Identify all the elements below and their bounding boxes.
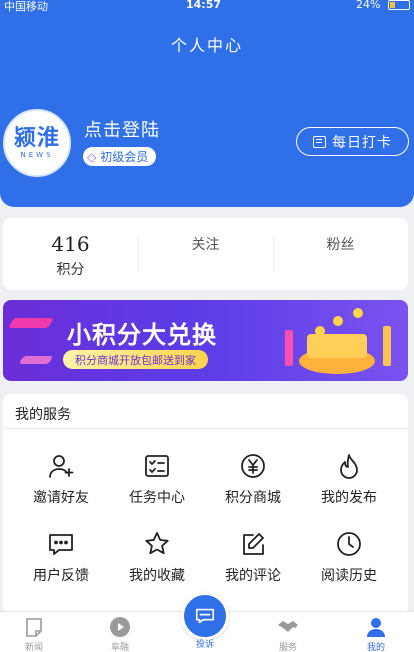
tab-label: 阜融	[110, 643, 129, 652]
service-favorites[interactable]: 我的收藏	[109, 530, 205, 585]
add-user-icon	[47, 452, 75, 480]
yen-icon	[239, 452, 267, 480]
stat-following[interactable]: 关注	[138, 218, 273, 290]
fans-label: 粉丝	[326, 237, 355, 253]
tab-news[interactable]: 新闻	[4, 616, 64, 652]
handshake-icon	[277, 616, 299, 638]
member-badge: ◇ 初级会员	[83, 147, 157, 166]
service-points-mall[interactable]: 积分商城	[205, 452, 301, 507]
page-title: 个人中心	[170, 36, 243, 55]
checkin-label: 每日打卡	[332, 134, 392, 151]
service-label: 邀请好友	[33, 490, 89, 506]
banner-decoration	[285, 330, 293, 366]
tab-label: 我的	[366, 643, 385, 652]
tab-furong[interactable]: 阜融	[90, 616, 150, 652]
play-icon	[109, 616, 131, 638]
star-icon	[143, 530, 171, 558]
battery-label: 24%	[356, 0, 381, 11]
logo-subtext: NEWS	[20, 151, 54, 159]
services-title: 我的服务	[15, 407, 71, 423]
tab-service[interactable]: 服务	[258, 616, 318, 652]
banner-decoration	[18, 356, 54, 364]
banner-illustration	[307, 334, 367, 358]
coin-icon	[333, 316, 343, 326]
divider	[3, 428, 408, 429]
status-bar: 中国移动 14:57 24%	[0, 0, 414, 13]
service-my-posts[interactable]: 我的发布	[301, 452, 397, 507]
user-icon	[365, 616, 387, 638]
time-label: 14:57	[186, 0, 222, 11]
banner-subtitle: 积分商城开放包邮送到家	[63, 350, 208, 369]
tab-complaint[interactable]	[181, 592, 229, 640]
points-exchange-banner[interactable]: 小积分大兑换 积分商城开放包邮送到家	[3, 300, 408, 381]
service-label: 任务中心	[129, 490, 185, 506]
service-label: 积分商城	[225, 490, 281, 506]
stats-card: 416 积分 关注 粉丝	[3, 218, 408, 290]
stat-points[interactable]: 416 积分	[3, 218, 138, 290]
daily-checkin-button[interactable]: 每日打卡	[296, 127, 409, 156]
member-level: 初级会员	[100, 150, 149, 164]
service-task-center[interactable]: 任务中心	[109, 452, 205, 507]
service-label: 我的评论	[225, 568, 281, 584]
tab-label: 服务	[278, 643, 297, 652]
points-value: 416	[51, 232, 90, 256]
service-invite-friends[interactable]: 邀请好友	[13, 452, 109, 507]
service-my-comments[interactable]: 我的评论	[205, 530, 301, 585]
tab-label: 新闻	[24, 643, 43, 652]
coin-icon	[315, 326, 325, 336]
banner-title: 小积分大兑换	[67, 321, 217, 349]
coin-icon	[353, 308, 363, 318]
header: 中国移动 14:57 24% 个人中心 颍淮 NEWS 点击登陆 ◇ 初级会员 …	[0, 0, 414, 207]
feedback-icon	[47, 530, 75, 558]
chat-icon	[195, 608, 215, 624]
carrier-label: 中国移动	[4, 0, 48, 13]
service-label: 我的发布	[321, 490, 377, 506]
clock-icon	[335, 530, 363, 558]
stat-fans[interactable]: 粉丝	[273, 218, 408, 290]
login-link[interactable]: 点击登陆	[84, 116, 160, 142]
banner-decoration	[8, 318, 54, 328]
banner-decoration	[383, 326, 391, 366]
diamond-icon: ◇	[87, 149, 97, 164]
points-label: 积分	[56, 262, 85, 278]
battery-icon	[388, 0, 410, 10]
news-icon	[23, 616, 45, 638]
service-label: 用户反馈	[33, 568, 89, 584]
tab-label: 投诉	[195, 640, 214, 650]
calendar-icon	[313, 135, 326, 148]
task-icon	[143, 452, 171, 480]
my-services: 我的服务 邀请好友 任务中心 积分商城 我的发布 用户反馈 我的收藏 我的评论 …	[3, 394, 408, 614]
service-label: 阅读历史	[321, 568, 377, 584]
following-label: 关注	[191, 237, 220, 253]
service-feedback[interactable]: 用户反馈	[13, 530, 109, 585]
tab-mine[interactable]: 我的	[346, 616, 406, 652]
avatar[interactable]: 颍淮 NEWS	[3, 109, 71, 177]
service-label: 我的收藏	[129, 568, 185, 584]
logo-text: 颍淮	[13, 126, 60, 151]
flame-icon	[335, 452, 363, 480]
service-reading-history[interactable]: 阅读历史	[301, 530, 397, 585]
edit-icon	[239, 530, 267, 558]
